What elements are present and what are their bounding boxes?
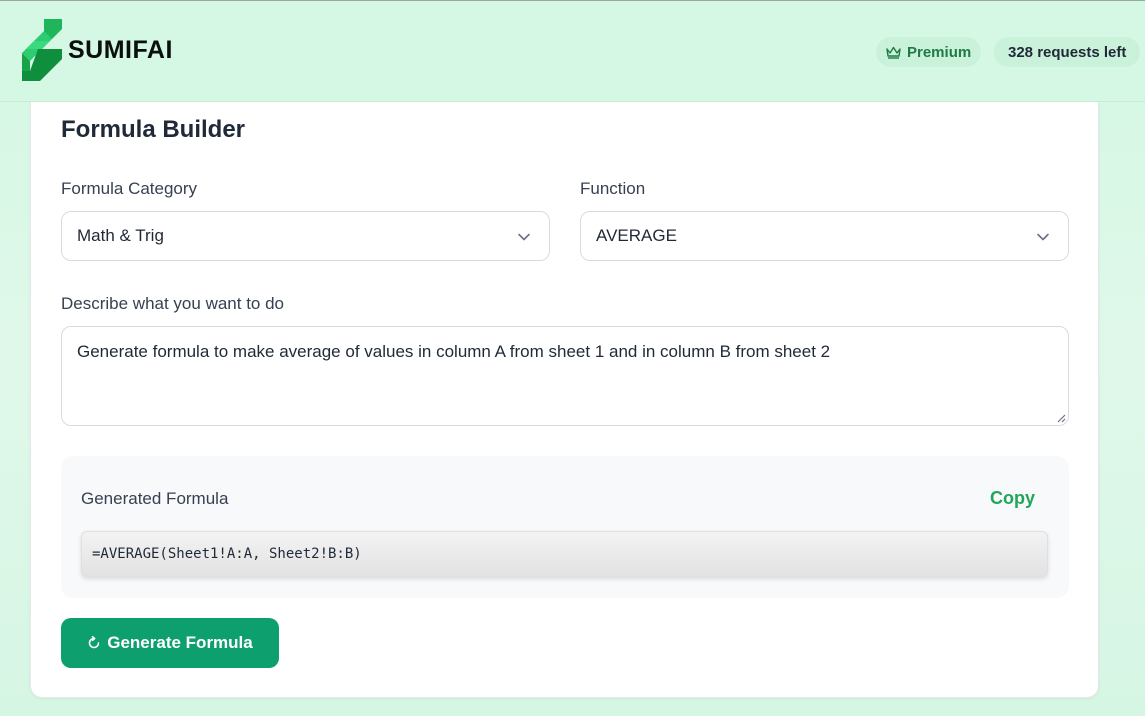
requests-label: 328 requests left <box>1008 43 1127 61</box>
brand-logo[interactable]: SUMIFAI <box>20 19 173 83</box>
formula-text: =AVERAGE(Sheet1!A:A, Sheet2!B:B) <box>92 546 362 562</box>
generated-formula-panel: Generated Formula Copy =AVERAGE(Sheet1!A… <box>61 456 1069 598</box>
function-label: Function <box>580 179 646 198</box>
refresh-icon <box>88 636 100 649</box>
chevron-down-icon <box>518 233 530 241</box>
category-select[interactable]: Math & Trig <box>61 211 550 261</box>
brand-name: SUMIFAI <box>68 35 173 64</box>
page-title: Formula Builder <box>61 116 246 143</box>
category-label: Formula Category <box>61 179 198 198</box>
sumifai-logo-icon <box>22 19 62 81</box>
category-value: Math & Trig <box>77 226 164 245</box>
app-header: SUMIFAI Premium 328 requests left <box>0 0 1145 102</box>
function-select[interactable]: AVERAGE <box>580 211 1069 261</box>
copy-button[interactable]: Copy <box>990 488 1035 509</box>
requests-left-badge: 328 requests left <box>994 37 1141 67</box>
premium-label: Premium <box>907 43 972 61</box>
function-value: AVERAGE <box>596 226 677 245</box>
crown-icon <box>886 46 901 59</box>
premium-badge[interactable]: Premium <box>876 37 982 67</box>
generate-label: Generate Formula <box>107 633 253 652</box>
generate-formula-button[interactable]: Generate Formula <box>61 618 279 668</box>
describe-textarea[interactable]: Generate formula to make average of valu… <box>61 326 1069 426</box>
describe-label: Describe what you want to do <box>61 294 285 313</box>
formula-output[interactable]: =AVERAGE(Sheet1!A:A, Sheet2!B:B) <box>81 531 1048 577</box>
generated-formula-label: Generated Formula <box>81 489 229 508</box>
formula-builder-card: Formula Builder Formula Category Math & … <box>30 102 1099 698</box>
resize-handle-icon[interactable] <box>1056 413 1066 423</box>
chevron-down-icon <box>1037 233 1049 241</box>
describe-text: Generate formula to make average of valu… <box>77 342 831 361</box>
